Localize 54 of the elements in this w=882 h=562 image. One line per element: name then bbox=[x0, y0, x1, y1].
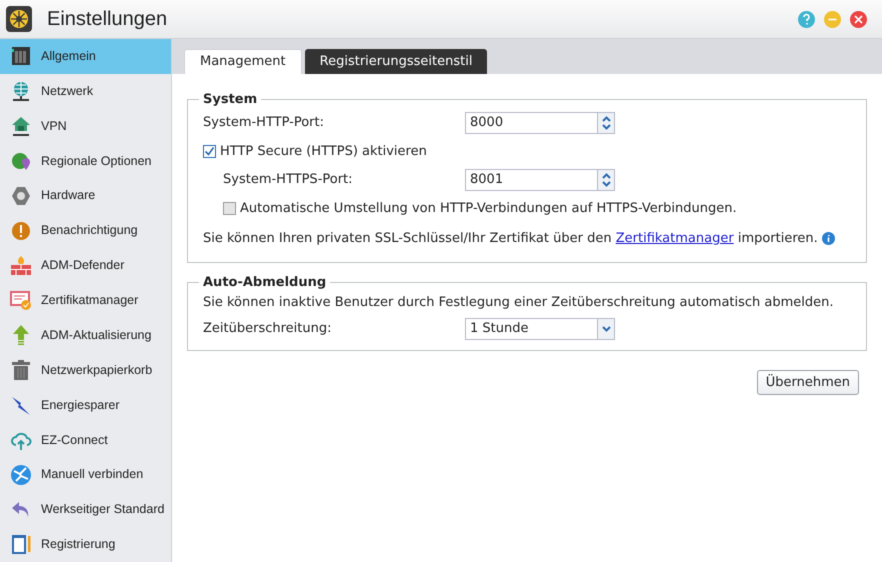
checkbox-label: HTTP Secure (HTTPS) aktivieren bbox=[220, 142, 427, 161]
sidebar-item[interactable]: ADM-Defender bbox=[0, 248, 171, 284]
info-text: Sie können Ihren privaten SSL-Schlüssel/Ihr Zertifikat über den Zertifikatmanager importieren. bbox=[203, 230, 818, 248]
sidebar-item[interactable]: Energiesparer bbox=[0, 388, 171, 422]
window-title: Einstellungen bbox=[47, 7, 168, 32]
sidebar-item[interactable]: Netzwerk bbox=[0, 74, 171, 109]
firewall-icon bbox=[10, 254, 32, 277]
group-legend: Auto-Abmeldung bbox=[199, 272, 330, 292]
sidebar-item[interactable]: Werkseitiger Standard bbox=[0, 492, 171, 528]
timeout-dropdown[interactable]: 1 Stunde bbox=[465, 318, 615, 340]
field-label: System-HTTPS-Port: bbox=[223, 171, 354, 190]
spin-arrows-icon[interactable] bbox=[597, 170, 614, 190]
sidebar-item[interactable]: ADM-Aktualisierung bbox=[0, 318, 171, 353]
sidebar-item[interactable]: Manuell verbinden bbox=[0, 457, 171, 492]
sidebar-item[interactable]: Benachrichtigung bbox=[0, 213, 171, 248]
trash-icon bbox=[10, 359, 32, 382]
up-arrow-icon bbox=[10, 324, 32, 346]
house-icon bbox=[10, 115, 32, 138]
apply-button[interactable]: Übernehmen bbox=[756, 370, 859, 395]
port-spinner[interactable]: 8000 bbox=[465, 112, 615, 134]
server-icon bbox=[10, 45, 32, 68]
sidebar-item[interactable]: EZ-Connect bbox=[0, 422, 171, 458]
warning-icon bbox=[10, 220, 32, 242]
help-icon[interactable] bbox=[798, 10, 815, 28]
port-value: 8000 bbox=[469, 114, 504, 132]
checkbox-label: Automatische Umstellung von HTTP-Verbindungen auf HTTPS-Verbindungen. bbox=[240, 200, 737, 218]
sidebar-item[interactable]: Regionale Optionen bbox=[0, 144, 171, 178]
tab[interactable]: Management bbox=[184, 49, 302, 74]
sidebar-item[interactable]: Allgemein bbox=[0, 39, 171, 74]
certificate-icon bbox=[10, 289, 32, 312]
clipboard-icon bbox=[10, 533, 32, 556]
checkbox[interactable] bbox=[223, 202, 236, 215]
field-label: Zeitüberschreitung: bbox=[203, 320, 332, 338]
info-icon[interactable] bbox=[822, 232, 835, 245]
sidebar-item[interactable]: Netzwerkpapierkorb bbox=[0, 352, 171, 388]
sidebar-item[interactable]: Hardware bbox=[0, 178, 171, 214]
globe-pin-icon bbox=[10, 150, 32, 172]
chevron-down-icon[interactable] bbox=[597, 319, 614, 339]
tab[interactable]: Registrierungsseitenstil bbox=[304, 49, 488, 74]
sidebar-item[interactable]: Registrierung bbox=[0, 527, 171, 562]
close-icon[interactable] bbox=[850, 10, 867, 28]
port-spinner[interactable]: 8001 bbox=[465, 169, 615, 191]
sidebar-item[interactable]: Zertifikatmanager bbox=[0, 283, 171, 318]
nut-icon bbox=[10, 184, 32, 207]
lightning-icon bbox=[10, 394, 32, 416]
sidebar-item[interactable]: VPN bbox=[0, 108, 171, 144]
app-icon bbox=[6, 6, 32, 32]
field-label: System-HTTP-Port: bbox=[203, 114, 325, 132]
description-text: Sie können inaktive Benutzer durch Festlegung einer Zeitüberschreitung automatisch abmelden. bbox=[203, 294, 834, 312]
spin-arrows-icon[interactable] bbox=[597, 113, 614, 133]
port-value: 8001 bbox=[469, 171, 504, 189]
certificate-manager-link[interactable]: Zertifikatmanager bbox=[616, 230, 734, 246]
group-legend: System bbox=[199, 90, 262, 110]
checkbox[interactable] bbox=[203, 145, 216, 158]
